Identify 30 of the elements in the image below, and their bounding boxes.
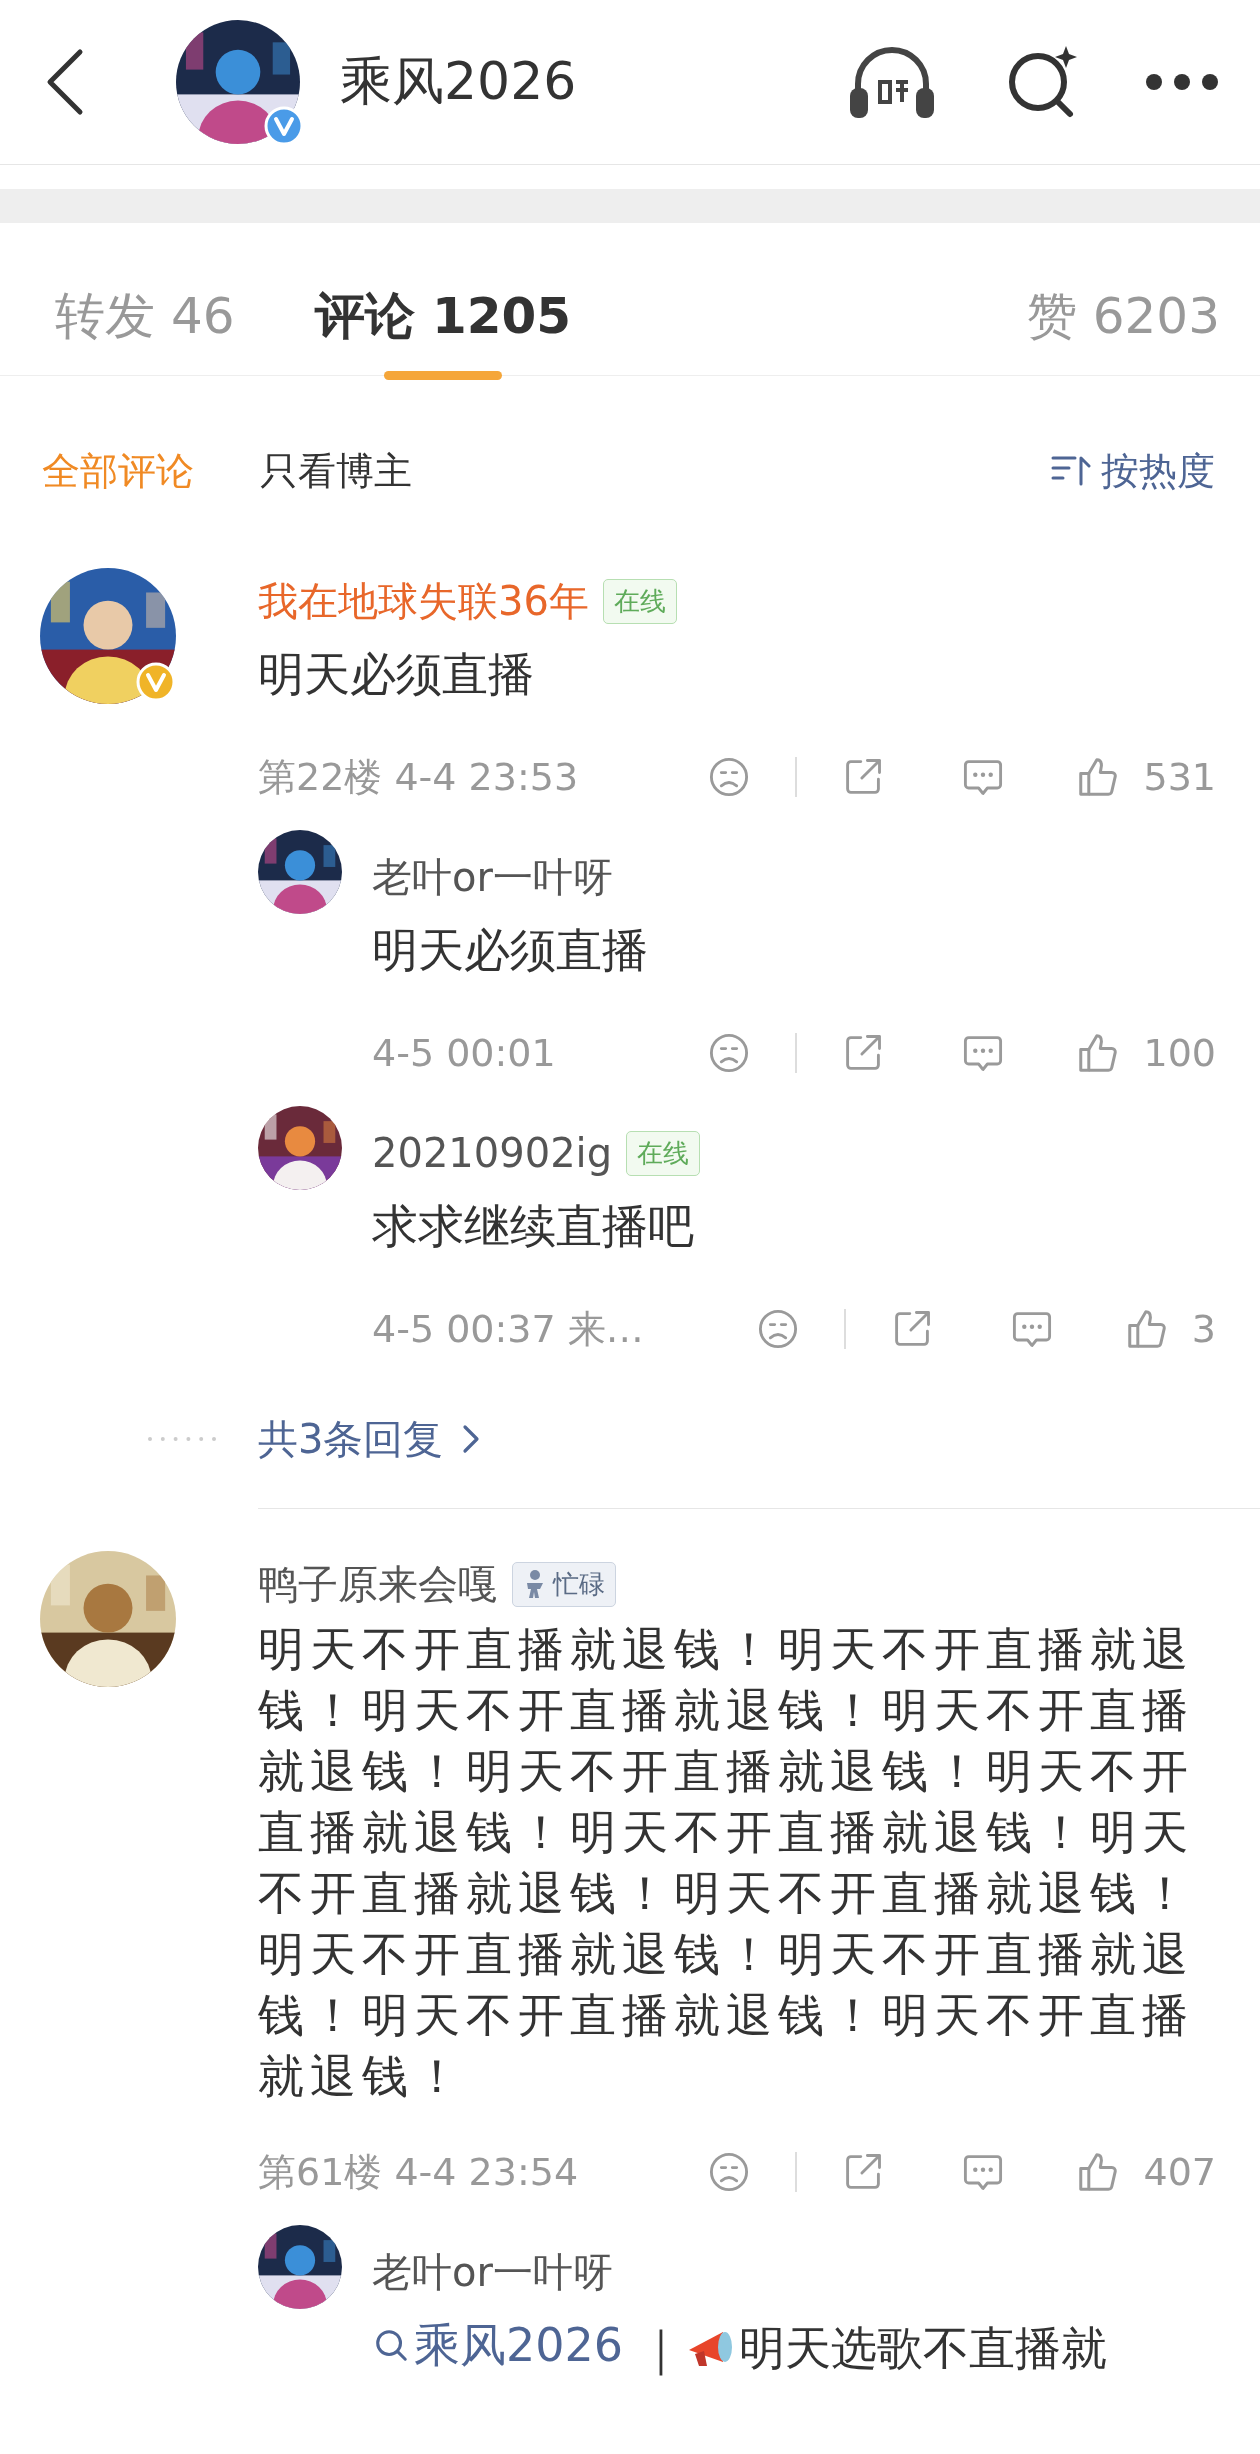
tab[interactable]: 评论 1205 [314,246,572,380]
comment-meta: 第61楼 4-4 23:54 [258,2148,580,2196]
reply-text: 求求继续直播吧 [372,1198,695,1255]
reply-meta: 4-5 00:37 来… [372,1305,645,1353]
comment-meta: 第22楼 4-4 23:53 [258,753,580,801]
topic-link[interactable]: 乘风2026 [372,2307,624,2383]
like-count: 531 [1143,755,1216,799]
comment-text: 明天必须直播 [258,646,535,703]
user-name[interactable]: 老叶or一叶呀 [372,849,613,905]
like-count: 407 [1143,2150,1216,2194]
user-name[interactable]: 我在地球失联36年 [258,573,589,629]
more-replies-link[interactable]: 共3条回复 [258,1411,482,1467]
like-count: 100 [1143,1031,1216,1075]
comment-text: 明天不开直播就退钱！明天不开直播就退钱！明天不开直播就退钱！明天不开直播就退钱！明天不开直播就退钱！明天不开直播就退钱！明天不开直播就退钱！明天不开直播就退钱！明天不开直播就退钱！明天不开直播就退钱！明天不开直播就退钱！明天不开直播就退钱！明天不开直播就退钱！ [258,1621,1195,2105]
user-name[interactable]: 鸭子原来会嘎 [258,1556,498,1612]
like-count: 3 [1191,1307,1216,1351]
reply-meta: 4-5 00:01 [372,1031,557,1075]
status-label: 在线 [602,578,677,624]
sort-icon [1051,454,1091,488]
reply-text: 乘风2026 ｜ 明天选歌不直播就 [372,2307,1260,2386]
filter-tab[interactable]: 只看博主 [260,445,412,497]
user-name[interactable]: 20210902ig [372,1130,613,1176]
status-label: 在线 [626,1130,701,1176]
status-label: 忙碌 [553,1567,605,1601]
reply-text: 明天必须直播 [372,922,649,979]
user-name[interactable]: 老叶or一叶呀 [372,2244,613,2300]
dots-icon [146,1437,218,1441]
more-icon[interactable] [1144,72,1220,92]
sort-button[interactable]: 按热度 [1051,445,1215,497]
page-title: 乘风2026 [340,50,578,113]
